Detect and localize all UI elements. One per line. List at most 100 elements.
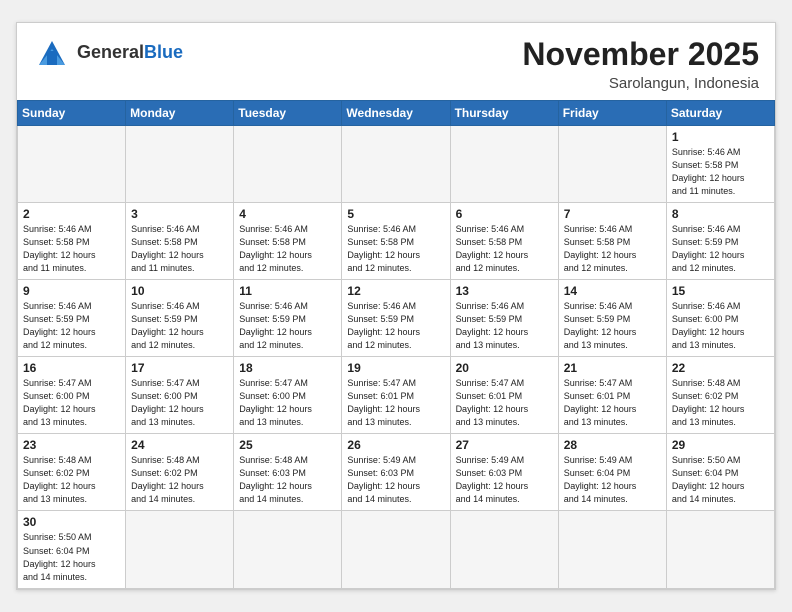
day-info: Sunrise: 5:46 AMSunset: 5:59 PMDaylight:…	[564, 300, 661, 352]
calendar-cell: 6 Sunrise: 5:46 AMSunset: 5:58 PMDaylight…	[450, 202, 558, 279]
calendar-cell: 12 Sunrise: 5:46 AMSunset: 5:59 PMDayligh…	[342, 279, 450, 356]
title-block: November 2025 Sarolangun, Indonesia	[522, 37, 759, 91]
week-row-1: 2 Sunrise: 5:46 AMSunset: 5:58 PMDaylight…	[18, 202, 775, 279]
weekday-header-row: SundayMondayTuesdayWednesdayThursdayFrid…	[18, 100, 775, 125]
calendar-cell	[342, 125, 450, 202]
weekday-header-wednesday: Wednesday	[342, 100, 450, 125]
day-number: 26	[347, 438, 444, 452]
calendar-cell: 13 Sunrise: 5:46 AMSunset: 5:59 PMDayligh…	[450, 279, 558, 356]
day-number: 22	[672, 361, 769, 375]
calendar-cell: 3Sunrise: 5:46 AMSunset: 5:58 PMDaylight…	[126, 202, 234, 279]
calendar-cell: 9Sunrise: 5:46 AMSunset: 5:59 PMDaylight…	[18, 279, 126, 356]
calendar-cell: 22 Sunrise: 5:48 AMSunset: 6:02 PMDayligh…	[666, 357, 774, 434]
weekday-header-sunday: Sunday	[18, 100, 126, 125]
weekday-header-monday: Monday	[126, 100, 234, 125]
day-number: 20	[456, 361, 553, 375]
weekday-header-tuesday: Tuesday	[234, 100, 342, 125]
calendar-cell: 28Sunrise: 5:49 AMSunset: 6:04 PMDayligh…	[558, 434, 666, 511]
day-number: 2	[23, 207, 120, 221]
calendar-cell: 15 Sunrise: 5:46 AMSunset: 6:00 PMDayligh…	[666, 279, 774, 356]
calendar-cell: 26 Sunrise: 5:49 AMSunset: 6:03 PMDayligh…	[342, 434, 450, 511]
calendar-cell	[558, 511, 666, 588]
day-info: Sunrise: 5:47 AMSunset: 6:01 PMDaylight:…	[564, 377, 661, 429]
calendar-cell: 18Sunrise: 5:47 AMSunset: 6:00 PMDayligh…	[234, 357, 342, 434]
day-number: 16	[23, 361, 120, 375]
weekday-header-thursday: Thursday	[450, 100, 558, 125]
day-info: Sunrise: 5:46 AMSunset: 5:59 PMDaylight:…	[456, 300, 553, 352]
day-info: Sunrise: 5:46 AMSunset: 6:00 PMDaylight:…	[672, 300, 769, 352]
day-number: 27	[456, 438, 553, 452]
day-info: Sunrise: 5:47 AMSunset: 6:00 PMDaylight:…	[131, 377, 228, 429]
day-number: 30	[23, 515, 120, 529]
day-number: 19	[347, 361, 444, 375]
calendar-cell: 10 Sunrise: 5:46 AMSunset: 5:59 PMDayligh…	[126, 279, 234, 356]
day-number: 13	[456, 284, 553, 298]
day-number: 15	[672, 284, 769, 298]
calendar-cell	[234, 125, 342, 202]
calendar-cell: 30Sunrise: 5:50 AMSunset: 6:04 PMDayligh…	[18, 511, 126, 588]
calendar-cell: 29Sunrise: 5:50 AMSunset: 6:04 PMDayligh…	[666, 434, 774, 511]
day-number: 7	[564, 207, 661, 221]
day-number: 14	[564, 284, 661, 298]
day-number: 24	[131, 438, 228, 452]
day-info: Sunrise: 5:46 AMSunset: 5:59 PMDaylight:…	[347, 300, 444, 352]
week-row-2: 9Sunrise: 5:46 AMSunset: 5:59 PMDaylight…	[18, 279, 775, 356]
calendar-table: SundayMondayTuesdayWednesdayThursdayFrid…	[17, 100, 775, 589]
week-row-3: 16 Sunrise: 5:47 AMSunset: 6:00 PMDayligh…	[18, 357, 775, 434]
day-info: Sunrise: 5:46 AMSunset: 5:58 PMDaylight:…	[456, 223, 553, 275]
day-info: Sunrise: 5:48 AMSunset: 6:02 PMDaylight:…	[23, 454, 120, 506]
day-number: 29	[672, 438, 769, 452]
calendar-cell: 23Sunrise: 5:48 AMSunset: 6:02 PMDayligh…	[18, 434, 126, 511]
logo-text: GeneralBlue	[77, 43, 183, 63]
calendar-cell: 4 Sunrise: 5:46 AMSunset: 5:58 PMDaylight…	[234, 202, 342, 279]
location-title: Sarolangun, Indonesia	[522, 75, 759, 92]
calendar-cell	[450, 511, 558, 588]
calendar-cell: 16 Sunrise: 5:47 AMSunset: 6:00 PMDayligh…	[18, 357, 126, 434]
day-info: Sunrise: 5:46 AMSunset: 5:58 PMDaylight:…	[347, 223, 444, 275]
logo-icon	[33, 37, 71, 69]
calendar-cell	[234, 511, 342, 588]
calendar-cell: 1 Sunrise: 5:46 AMSunset: 5:58 PMDaylight…	[666, 125, 774, 202]
calendar-cell: 19Sunrise: 5:47 AMSunset: 6:01 PMDayligh…	[342, 357, 450, 434]
day-info: Sunrise: 5:46 AMSunset: 5:59 PMDaylight:…	[131, 300, 228, 352]
calendar-cell	[126, 511, 234, 588]
day-info: Sunrise: 5:46 AMSunset: 5:59 PMDaylight:…	[23, 300, 120, 352]
calendar-header: GeneralBlue November 2025 Sarolangun, In…	[17, 23, 775, 99]
month-title: November 2025	[522, 37, 759, 72]
day-number: 21	[564, 361, 661, 375]
week-row-4: 23Sunrise: 5:48 AMSunset: 6:02 PMDayligh…	[18, 434, 775, 511]
calendar-cell: 24 Sunrise: 5:48 AMSunset: 6:02 PMDayligh…	[126, 434, 234, 511]
day-info: Sunrise: 5:47 AMSunset: 6:00 PMDaylight:…	[23, 377, 120, 429]
day-number: 6	[456, 207, 553, 221]
day-number: 10	[131, 284, 228, 298]
day-info: Sunrise: 5:49 AMSunset: 6:04 PMDaylight:…	[564, 454, 661, 506]
logo: GeneralBlue	[33, 37, 183, 69]
day-info: Sunrise: 5:46 AMSunset: 5:59 PMDaylight:…	[672, 223, 769, 275]
day-info: Sunrise: 5:46 AMSunset: 5:58 PMDaylight:…	[239, 223, 336, 275]
calendar-cell	[450, 125, 558, 202]
day-number: 4	[239, 207, 336, 221]
day-info: Sunrise: 5:49 AMSunset: 6:03 PMDaylight:…	[347, 454, 444, 506]
calendar-cell: 8 Sunrise: 5:46 AMSunset: 5:59 PMDaylight…	[666, 202, 774, 279]
day-number: 1	[672, 130, 769, 144]
calendar-cell	[126, 125, 234, 202]
day-number: 5	[347, 207, 444, 221]
calendar-cell	[558, 125, 666, 202]
calendar-cell: 5 Sunrise: 5:46 AMSunset: 5:58 PMDaylight…	[342, 202, 450, 279]
day-info: Sunrise: 5:46 AMSunset: 5:58 PMDaylight:…	[672, 146, 769, 198]
calendar-cell: 17Sunrise: 5:47 AMSunset: 6:00 PMDayligh…	[126, 357, 234, 434]
day-info: Sunrise: 5:48 AMSunset: 6:02 PMDaylight:…	[131, 454, 228, 506]
day-info: Sunrise: 5:48 AMSunset: 6:02 PMDaylight:…	[672, 377, 769, 429]
calendar-container: GeneralBlue November 2025 Sarolangun, In…	[16, 22, 776, 589]
day-info: Sunrise: 5:46 AMSunset: 5:59 PMDaylight:…	[239, 300, 336, 352]
day-number: 11	[239, 284, 336, 298]
day-info: Sunrise: 5:48 AMSunset: 6:03 PMDaylight:…	[239, 454, 336, 506]
day-number: 8	[672, 207, 769, 221]
calendar-cell: 11 Sunrise: 5:46 AMSunset: 5:59 PMDayligh…	[234, 279, 342, 356]
day-number: 12	[347, 284, 444, 298]
weekday-header-friday: Friday	[558, 100, 666, 125]
calendar-cell: 20Sunrise: 5:47 AMSunset: 6:01 PMDayligh…	[450, 357, 558, 434]
calendar-cell	[18, 125, 126, 202]
calendar-cell: 21 Sunrise: 5:47 AMSunset: 6:01 PMDayligh…	[558, 357, 666, 434]
calendar-cell: 27Sunrise: 5:49 AMSunset: 6:03 PMDayligh…	[450, 434, 558, 511]
